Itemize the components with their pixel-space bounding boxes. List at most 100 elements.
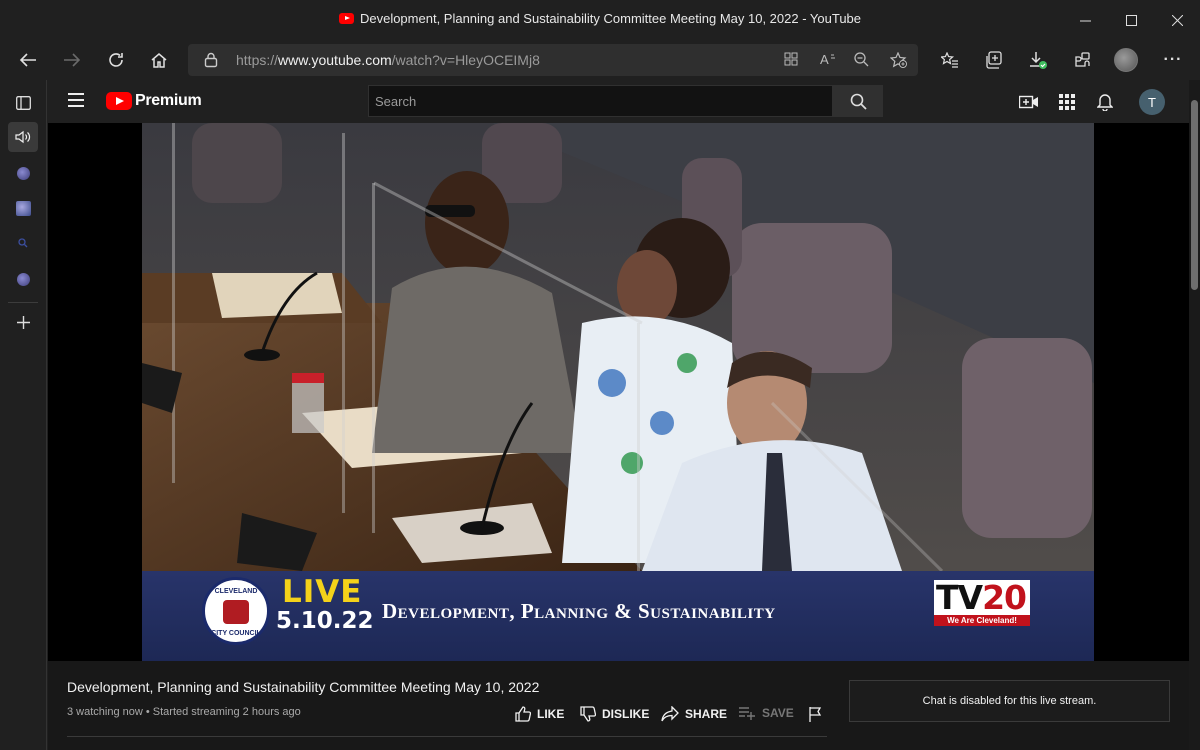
guide-menu-button[interactable]: [68, 93, 84, 107]
report-button[interactable]: [808, 706, 828, 722]
url-text[interactable]: https://www.youtube.com/watch?v=HleyOCEI…: [236, 52, 540, 68]
tab-actions-button[interactable]: [8, 88, 38, 118]
refresh-button[interactable]: [100, 44, 132, 76]
collections-button[interactable]: [978, 44, 1010, 76]
seal-top-text: CLEVELAND: [214, 588, 258, 595]
video-player[interactable]: CLEVELAND CITY COUNCIL LIVE 5.10.22 Deve…: [48, 123, 1189, 661]
tab-3[interactable]: [8, 193, 38, 223]
save-button[interactable]: SAVE: [738, 706, 794, 720]
arrow-right-icon: [64, 53, 81, 67]
search-box[interactable]: [368, 85, 833, 117]
tv20-tagline: We Are Cleveland!: [934, 615, 1030, 626]
read-aloud-icon[interactable]: A: [820, 52, 836, 69]
address-bar[interactable]: https://www.youtube.com/watch?v=HleyOCEI…: [188, 44, 918, 76]
create-button[interactable]: [1018, 91, 1040, 113]
tab-5[interactable]: [8, 264, 38, 294]
tab-favicon-icon: [15, 200, 31, 216]
apps-grid-icon: [1059, 94, 1075, 110]
arrow-left-icon: [19, 53, 36, 67]
extensions-button[interactable]: [1066, 44, 1098, 76]
tab-favicon-icon: [16, 272, 30, 286]
favorites-icon: [941, 52, 958, 68]
video-title: Development, Planning and Sustainability…: [67, 679, 540, 695]
seal-bottom-text: CITY COUNCIL: [211, 630, 261, 637]
url-domain: www.youtube.com: [278, 52, 392, 68]
tab-4[interactable]: [8, 228, 38, 258]
share-button[interactable]: SHARE: [661, 706, 727, 722]
youtube-play-icon: [106, 92, 132, 110]
live-label: LIVE: [282, 574, 363, 610]
tv20-logo-text: TV20: [936, 578, 1027, 617]
youtube-favicon-icon: [338, 13, 354, 24]
zoom-icon[interactable]: [854, 52, 869, 70]
like-label: LIKE: [537, 707, 565, 721]
browser-toolbar: https://www.youtube.com/watch?v=HleyOCEI…: [0, 40, 1200, 80]
scrollbar-thumb[interactable]: [1191, 100, 1198, 290]
close-window-button[interactable]: [1154, 0, 1200, 40]
page-scrollbar[interactable]: [1189, 80, 1200, 750]
tab-2[interactable]: [8, 158, 38, 188]
youtube-masthead: Premium T: [48, 80, 1189, 123]
playlist-add-icon: [739, 707, 755, 720]
maximize-button[interactable]: [1108, 0, 1154, 40]
bell-icon: [1097, 94, 1113, 111]
tv20-letters: TV: [936, 578, 983, 617]
home-button[interactable]: [143, 44, 175, 76]
more-icon: ···: [1163, 51, 1183, 68]
logo-brand-text: Premium: [135, 92, 202, 109]
search-tab-icon: [18, 238, 28, 248]
share-label: SHARE: [685, 707, 728, 721]
speaker-icon: [15, 130, 31, 144]
tv20-number: 20: [982, 578, 1027, 617]
download-icon: [1030, 52, 1047, 69]
forward-button[interactable]: [56, 44, 88, 76]
app-available-icon[interactable]: [784, 52, 798, 69]
dislike-label: DISLIKE: [602, 707, 650, 721]
video-view-meta: 3 watching now • Started streaming 2 hou…: [67, 706, 301, 718]
broadcast-title: Development, Planning & Sustainability: [382, 599, 776, 623]
chat-disabled-message: Chat is disabled for this live stream.: [922, 695, 1097, 707]
broadcast-date: 5.10.22: [276, 608, 374, 634]
url-scheme: https://: [236, 52, 279, 68]
back-button[interactable]: [12, 44, 44, 76]
profile-button[interactable]: [1110, 44, 1142, 76]
minimize-button[interactable]: [1062, 0, 1108, 40]
collections-icon: [986, 51, 1002, 69]
thumbs-up-icon: [515, 706, 531, 722]
create-video-icon: [1019, 95, 1038, 109]
like-button[interactable]: LIKE: [515, 706, 564, 722]
youtube-page: Premium T: [48, 80, 1189, 750]
add-favorite-icon[interactable]: [889, 51, 907, 71]
dislike-button[interactable]: DISLIKE: [580, 706, 649, 722]
live-chat-disabled-panel: Chat is disabled for this live stream.: [849, 680, 1170, 722]
extensions-icon: [1075, 52, 1090, 67]
sidebar-divider: [8, 302, 38, 303]
apps-button[interactable]: [1056, 91, 1078, 113]
lower-third-banner: CLEVELAND CITY COUNCIL LIVE 5.10.22 Deve…: [142, 571, 1094, 661]
flag-icon: [809, 707, 822, 722]
svg-text:A: A: [820, 52, 829, 66]
window-title-text: Development, Planning and Sustainability…: [359, 11, 862, 26]
new-tab-button[interactable]: [8, 307, 38, 337]
favorites-button[interactable]: [934, 44, 966, 76]
tab-youtube-active[interactable]: [8, 122, 38, 152]
plus-icon: [16, 315, 30, 329]
search-icon: [850, 93, 867, 110]
tabs-panel-icon: [15, 96, 31, 110]
window-titlebar: Development, Planning and Sustainability…: [0, 0, 1200, 40]
settings-menu-button[interactable]: ···: [1157, 44, 1189, 76]
cleveland-city-council-seal: CLEVELAND CITY COUNCIL: [202, 577, 270, 645]
window-title: Development, Planning and Sustainability…: [0, 11, 1200, 26]
home-icon: [151, 53, 167, 68]
search-button[interactable]: [833, 85, 883, 117]
minimize-icon: [1079, 20, 1091, 21]
tv20-logo: TV20 We Are Cleveland!: [934, 578, 1030, 626]
notifications-button[interactable]: [1094, 91, 1116, 113]
search-input[interactable]: [369, 86, 832, 116]
youtube-premium-logo[interactable]: Premium: [106, 92, 202, 110]
profile-avatar: [1114, 48, 1138, 72]
downloads-button[interactable]: [1022, 44, 1054, 76]
thumbs-down-icon: [580, 706, 596, 722]
tab-favicon-icon: [16, 166, 30, 180]
account-avatar[interactable]: T: [1139, 89, 1165, 115]
